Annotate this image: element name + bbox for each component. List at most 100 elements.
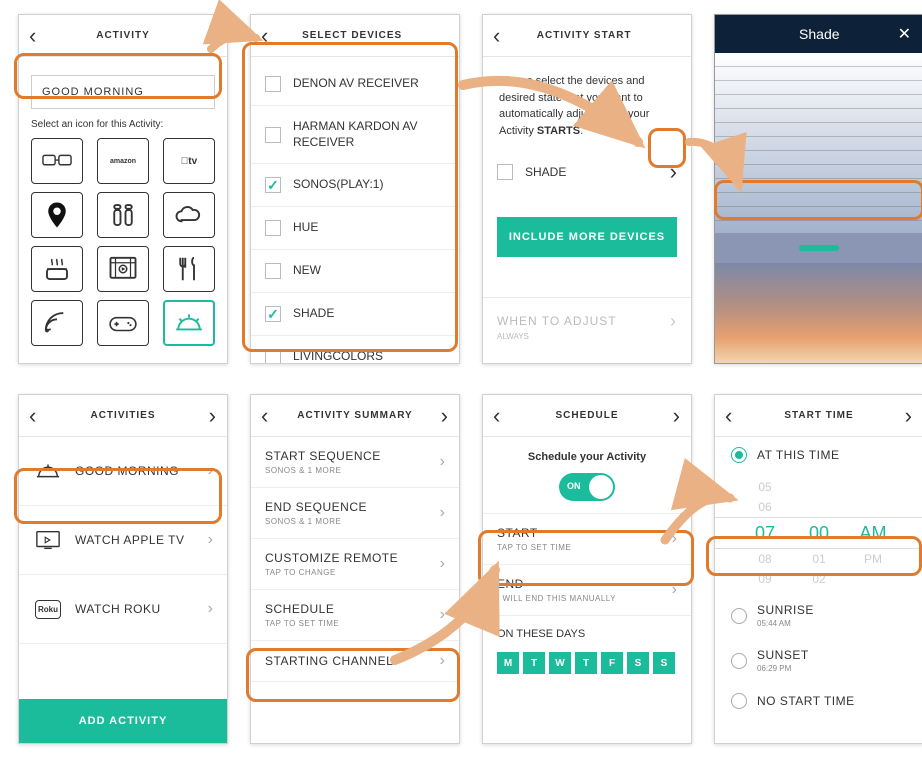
end-sequence-row[interactable]: END SEQUENCESONOS & 1 MORE› [251,488,459,539]
checkbox-icon[interactable] [265,263,281,279]
checkbox-icon[interactable] [265,220,281,236]
chevron-right-icon: › [670,312,677,330]
device-row[interactable]: SONOS(PLAY:1) [251,164,459,207]
activity-name-input[interactable]: GOOD MORNING [31,75,215,109]
chevron-right-icon[interactable]: › [670,161,677,183]
day-f[interactable]: F [601,652,623,674]
back-icon[interactable]: ‹ [725,405,733,427]
day-selector[interactable]: M T W T F S S [483,644,691,682]
customize-remote-row[interactable]: CUSTOMIZE REMOTETAP TO CHANGE› [251,539,459,590]
radio-icon[interactable] [731,653,747,669]
day-w[interactable]: W [549,652,571,674]
instruction-text: Please select the devices and desired st… [483,57,691,147]
roku-icon: Roku [33,597,63,621]
checkbox-icon[interactable] [265,76,281,92]
include-more-devices-button[interactable]: INCLUDE MORE DEVICES [497,217,677,257]
chevron-right-icon: › [208,463,213,479]
radio-icon[interactable] [731,693,747,709]
back-icon[interactable]: ‹ [29,25,37,47]
schedule-toggle[interactable]: ON [559,473,615,501]
icon-amazon[interactable]: amazon [97,138,149,184]
header-title: Shade [799,26,839,42]
back-icon[interactable]: ‹ [29,405,37,427]
checkbox-icon[interactable] [497,164,513,180]
day-s2[interactable]: S [653,652,675,674]
forward-icon[interactable]: › [209,405,217,427]
device-row[interactable]: HUE [251,207,459,250]
checkbox-icon[interactable] [265,127,281,143]
forward-icon[interactable]: › [441,405,449,427]
chevron-right-icon: › [208,532,213,548]
checkbox-icon[interactable] [265,177,281,193]
icon-cutlery[interactable] [163,246,215,292]
day-t2[interactable]: T [575,652,597,674]
appletv-icon [33,528,63,552]
device-row[interactable]: NEW [251,250,459,293]
header-title: SCHEDULE [555,410,618,421]
device-shade-row[interactable]: SHADE › [483,147,691,197]
forward-icon[interactable]: › [209,25,217,47]
end-row[interactable]: ENDI WILL END THIS MANUALLY› [483,565,691,616]
start-sequence-row[interactable]: START SEQUENCESONOS & 1 MORE› [251,437,459,488]
icon-sunrise[interactable] [163,300,215,346]
icon-condiments[interactable] [97,192,149,238]
day-t[interactable]: T [523,652,545,674]
option-sunset[interactable]: SUNSET06:29 PM [715,638,922,683]
icon-satellite[interactable] [31,300,83,346]
activity-good-morning[interactable]: GOOD MORNING › [19,437,227,506]
forward-icon[interactable]: › [905,405,913,427]
option-sunrise[interactable]: SUNRISE05:44 AM [715,593,922,638]
screen-start-time: ‹ START TIME › AT THIS TIME 05 06 0700AM… [714,394,922,744]
back-icon[interactable]: ‹ [261,405,269,427]
day-s[interactable]: S [627,652,649,674]
screen-shade: Shade ✕ [714,14,922,364]
checkbox-icon[interactable] [265,306,281,322]
icon-cooking[interactable] [31,246,83,292]
checkbox-icon[interactable] [265,349,281,364]
header-title: ACTIVITY [96,30,150,41]
icon-apple-tv[interactable]: tv [163,138,215,184]
screen-activity-summary: ‹ ACTIVITY SUMMARY › START SEQUENCESONOS… [250,394,460,744]
screen-select-devices: ‹ SELECT DEVICES DENON AV RECEIVER HARMA… [250,14,460,364]
start-row[interactable]: STARTTAP TO SET TIME› [483,513,691,565]
back-icon[interactable]: ‹ [261,25,269,47]
screen-activities: ‹ ACTIVITIES › GOOD MORNING › WATCH APPL… [18,394,228,744]
icon-3d-glasses[interactable] [31,138,83,184]
time-picker[interactable]: 05 06 0700AM 0801PM 0902 [715,473,922,593]
device-row[interactable]: SHADE [251,293,459,336]
icon-location[interactable] [31,192,83,238]
icon-cloud[interactable] [163,192,215,238]
option-at-this-time[interactable]: AT THIS TIME [715,437,922,473]
device-row[interactable]: DENON AV RECEIVER [251,63,459,106]
icon-gamepad[interactable] [97,300,149,346]
close-icon[interactable]: ✕ [898,24,911,44]
schedule-row[interactable]: SCHEDULETAP TO SET TIME› [251,590,459,641]
chevron-right-icon: › [672,582,677,598]
shade-handle-icon[interactable] [799,245,839,251]
radio-icon[interactable] [731,608,747,624]
back-icon[interactable]: ‹ [493,25,501,47]
chevron-right-icon: › [440,653,445,669]
header-title: ACTIVITY START [537,30,632,41]
days-label: ON THESE DAYS [483,616,691,644]
when-to-adjust-row[interactable]: WHEN TO ADJUST › [483,297,691,332]
starting-channel-row[interactable]: STARTING CHANNEL› [251,641,459,682]
activity-roku[interactable]: Roku WATCH ROKU › [19,575,227,644]
chevron-right-icon: › [208,601,213,617]
add-activity-button[interactable]: ADD ACTIVITY [19,699,227,743]
day-m[interactable]: M [497,652,519,674]
option-no-start[interactable]: NO START TIME [715,683,922,719]
activity-apple-tv[interactable]: WATCH APPLE TV › [19,506,227,575]
blinds-visual [715,53,922,233]
icon-prompt: Select an icon for this Activity: [31,119,215,130]
device-row[interactable]: HARMAN KARDON AV RECEIVER [251,106,459,164]
shade-slider[interactable] [715,233,922,263]
icon-media[interactable] [97,246,149,292]
sunrise-icon [33,459,63,483]
chevron-right-icon: › [440,607,445,623]
radio-icon[interactable] [731,447,747,463]
when-sub: ALWAYS [483,332,691,341]
back-icon[interactable]: ‹ [493,405,501,427]
device-row[interactable]: LIVINGCOLORS [251,336,459,364]
forward-icon[interactable]: › [673,405,681,427]
